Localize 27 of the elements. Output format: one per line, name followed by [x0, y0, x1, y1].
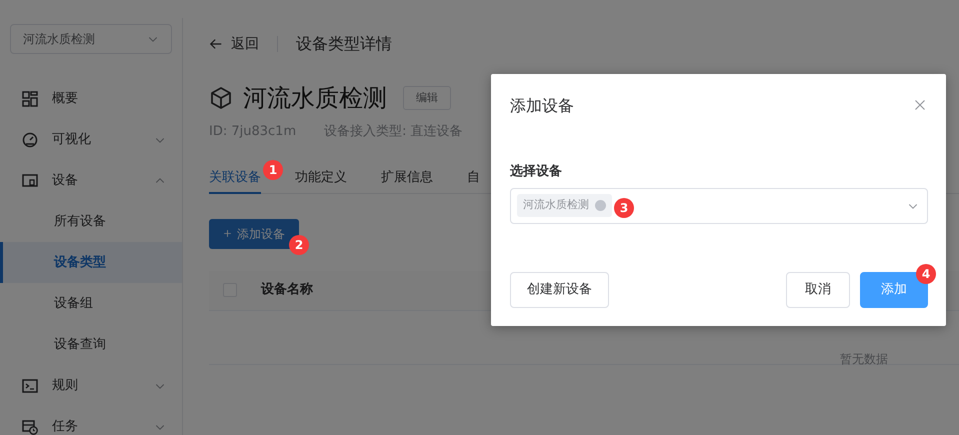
project-name: 河流水质检测 [23, 31, 95, 48]
submenu-item[interactable]: 设备类型 [0, 242, 182, 283]
page-title: 设备类型详情 [296, 33, 392, 55]
device-tag: 河流水质检测 [517, 194, 612, 217]
tag-remove-icon[interactable] [595, 200, 606, 211]
project-select[interactable]: 河流水质检测 [10, 24, 172, 54]
cube-icon [209, 86, 233, 110]
arrow-left-icon [209, 37, 223, 51]
dialog-button[interactable]: 取消 [786, 272, 850, 308]
plus-icon [223, 228, 232, 238]
back-link[interactable]: 返回 [209, 34, 259, 54]
tab[interactable]: 扩展信息 [381, 164, 433, 194]
edit-button[interactable]: 编辑 [403, 86, 451, 110]
calendar-clock-icon [22, 418, 38, 434]
terminal-icon [22, 378, 38, 394]
grid-icon [22, 90, 38, 106]
device-type-name: 河流水质检测 [243, 83, 387, 114]
tab[interactable]: 功能定义 [295, 164, 347, 194]
close-icon [914, 99, 926, 111]
column-header: 设备名称 [261, 281, 313, 300]
gauge-icon [22, 132, 38, 148]
dialog-button[interactable]: 创建新设备 [510, 272, 609, 308]
dialog-title: 添加设备 [510, 95, 574, 117]
tab[interactable]: 关联设备 [209, 164, 261, 194]
devices-icon [22, 172, 38, 188]
field-label: 选择设备 [510, 163, 563, 181]
tab[interactable]: 自 [467, 164, 480, 194]
